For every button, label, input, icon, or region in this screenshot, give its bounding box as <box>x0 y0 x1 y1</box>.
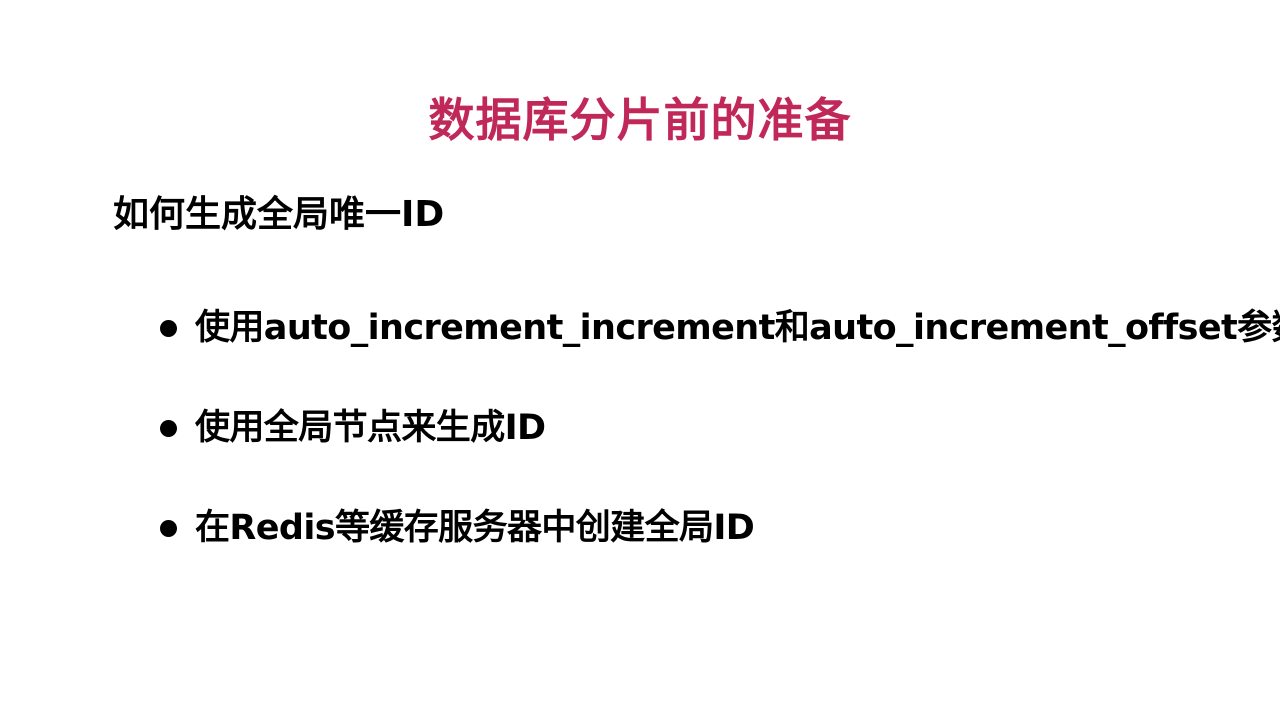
slide: 数据库分片前的准备 如何生成全局唯一ID 使用auto_increment_in… <box>0 0 1280 720</box>
slide-subtitle: 如何生成全局唯一ID <box>113 194 445 235</box>
bullet-dot-icon <box>160 520 177 537</box>
slide-title: 数据库分片前的准备 <box>428 93 852 147</box>
bullet-text: 在Redis等缓存服务器中创建全局ID <box>195 508 755 548</box>
bullet-text: 使用全局节点来生成ID <box>195 408 546 448</box>
bullet-text: 使用auto_increment_increment和auto_incremen… <box>195 308 1280 348</box>
bullet-dot-icon <box>160 320 177 337</box>
bullet-dot-icon <box>160 420 177 437</box>
